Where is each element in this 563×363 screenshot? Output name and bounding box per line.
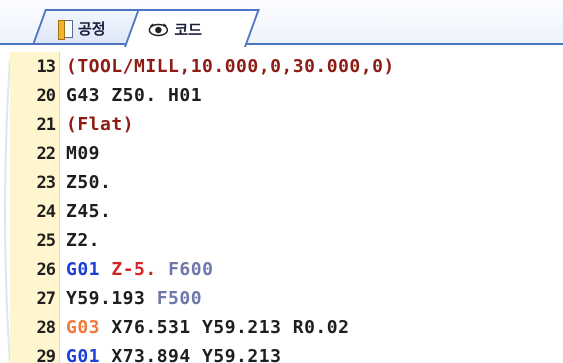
code-line[interactable]: 27 Y59.193 F500 [10,284,563,313]
code-token-z: Z-5. [111,259,157,280]
code-editor[interactable]: 13 (TOOL/MILL,10.000,0,30.000,0) 20 G43 Z50… [10,52,563,363]
code-line[interactable]: 23 Z50. [10,168,563,197]
line-number: 29 [10,342,60,363]
code-text: G03 X76.531 Y59.213 R0.02 [60,317,349,338]
code-token-plain: Y59.193 [66,288,146,309]
code-token-f: F600 [168,259,214,280]
code-text: G43 Z50. H01 [60,85,202,106]
code-token-g01: G01 [66,259,101,280]
code-token-plain: Z2. [66,230,101,251]
code-token-f: F500 [156,288,203,309]
code-token-g03: G03 [66,317,101,338]
code-token-plain: X76.531 Y59.213 R0.02 [100,317,350,338]
code-token-comment: (TOOL/MILL,10.000,0,30.000,0) [66,56,395,77]
tab-code-label: 코드 [174,20,203,39]
code-token-plain: G43 Z50. H01 [66,85,203,106]
code-text: M09 [60,143,100,164]
code-token-plain: M09 [66,143,101,164]
code-line[interactable]: 20 G43 Z50. H01 [10,81,563,110]
code-text: Z45. [60,201,111,222]
tab-code[interactable]: 코드 [124,9,260,47]
code-line[interactable]: 29 G01 X73.894 Y59.213 [10,342,563,363]
code-line[interactable]: 28 G03 X76.531 Y59.213 R0.02 [10,313,563,342]
code-token-plain: Z45. [66,201,112,222]
code-token-plain: X73.894 Y59.213 [100,346,282,363]
line-number: 23 [10,168,60,197]
eye-icon [148,22,169,36]
tab-strip: 공정 코드 [0,0,563,47]
code-token-plain: Z50. [66,172,112,193]
code-line[interactable]: 13 (TOOL/MILL,10.000,0,30.000,0) [10,52,563,81]
code-line[interactable]: 25 Z2. [10,226,563,255]
code-text: Z2. [60,230,100,251]
document-icon [58,19,74,39]
line-number: 13 [10,52,60,81]
code-text: Y59.193 F500 [60,288,202,309]
line-number: 25 [10,226,60,255]
code-line[interactable]: 26 G01 Z-5. F600 [10,255,563,284]
code-text: G01 Z-5. F600 [60,259,213,280]
code-text: (Flat) [60,114,134,135]
code-text: (TOOL/MILL,10.000,0,30.000,0) [60,56,395,77]
line-number: 28 [10,313,60,342]
line-number: 21 [10,110,60,139]
nc-code-viewer: 공정 코드 13 (TOOL/MILL,10.000,0,30.000,0) 20 G… [0,0,563,363]
code-line[interactable]: 21 (Flat) [10,110,563,139]
line-number: 20 [10,81,60,110]
code-text: Z50. [60,172,111,193]
code-token-g01: G01 [66,346,101,363]
editor-left-edge [4,60,10,363]
code-token-comment: (Flat) [66,114,135,135]
tab-process-label: 공정 [78,19,106,38]
tab-underline [0,43,563,45]
line-number: 27 [10,284,60,313]
code-line[interactable]: 24 Z45. [10,197,563,226]
line-number: 22 [10,139,60,168]
line-number: 24 [10,197,60,226]
code-line[interactable]: 22 M09 [10,139,563,168]
code-text: G01 X73.894 Y59.213 [60,346,281,363]
line-number: 26 [10,255,60,284]
